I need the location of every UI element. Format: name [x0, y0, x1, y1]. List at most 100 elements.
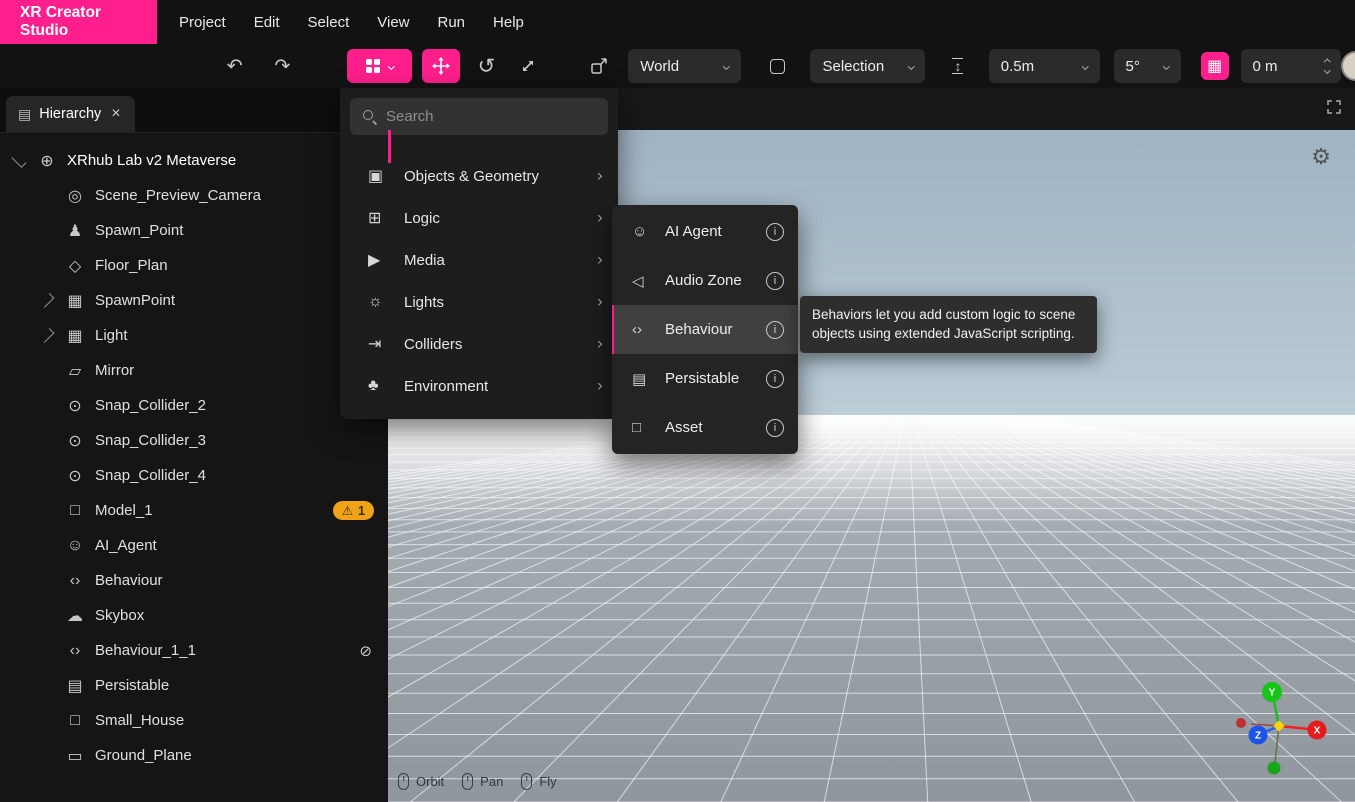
add-menu-item[interactable]: ♣ Environment — [340, 365, 618, 407]
add-menu-item[interactable]: ▶ Media — [340, 239, 618, 281]
category-icon: ▶ — [368, 250, 392, 270]
tree-node[interactable]: ⊙ Snap_Collider_3 — [0, 423, 388, 458]
expand-chevron-icon[interactable] — [40, 328, 55, 343]
tree-node[interactable]: ▱ Mirror — [0, 353, 388, 388]
surface-snap-button[interactable]: ↕ — [941, 49, 975, 83]
expand-chevron-icon[interactable] — [40, 293, 55, 308]
tab-hierarchy[interactable]: ▤ Hierarchy × — [6, 96, 135, 132]
viewport-settings-button[interactable]: ⚙ — [1311, 146, 1331, 168]
node-label: Snap_Collider_2 — [95, 397, 206, 414]
node-label: Floor_Plan — [95, 257, 168, 274]
menubar-item[interactable]: Run — [424, 0, 480, 44]
tree-node[interactable]: ☺ AI_Agent — [0, 528, 388, 563]
tree-node[interactable]: □ Model_1 ⚠ 1 — [0, 493, 388, 528]
node-type-icon: ☺ — [64, 537, 86, 555]
grid-height-stepper[interactable] — [1315, 60, 1330, 73]
node-label: AI_Agent — [95, 537, 157, 554]
tree-root-node[interactable]: ⊕ XRhub Lab v2 Metaverse — [0, 143, 388, 178]
menubar-item[interactable]: View — [363, 0, 423, 44]
tree-node[interactable]: ‹› Behaviour_1_1 ⊘ — [0, 633, 388, 668]
add-menu-item[interactable]: ▣ Objects & Geometry — [340, 155, 618, 197]
tree-node[interactable]: ◇ Floor_Plan — [0, 248, 388, 283]
node-type-icon: ⊙ — [64, 431, 86, 451]
menubar-item[interactable]: Edit — [240, 0, 294, 44]
chevron-down-icon — [388, 63, 394, 69]
pivot-bounds-button[interactable] — [761, 49, 795, 83]
rotate-tool-button[interactable]: ↺ — [470, 49, 504, 83]
add-object-button[interactable] — [347, 49, 412, 83]
node-type-icon: ⊙ — [64, 466, 86, 486]
chevron-right-icon — [595, 257, 601, 263]
tree-node[interactable]: ◎ Scene_Preview_Camera — [0, 178, 388, 213]
tree-node[interactable]: ⊙ Snap_Collider_2 — [0, 388, 388, 423]
menubar-item[interactable]: Select — [294, 0, 364, 44]
app-logo[interactable]: XR Creator Studio — [0, 0, 157, 44]
category-icon: ☼ — [368, 293, 392, 311]
node-label: SpawnPoint — [95, 292, 175, 309]
tree-node[interactable]: ▤ Persistable — [0, 668, 388, 703]
node-type-icon: ▦ — [64, 326, 86, 346]
tree-node[interactable]: ‹› Behaviour — [0, 563, 388, 598]
info-icon[interactable]: i — [766, 321, 784, 339]
tree-node[interactable]: ⊙ Snap_Collider_4 — [0, 458, 388, 493]
transform-space-select[interactable]: World — [628, 49, 741, 83]
orientation-gizmo[interactable]: Y X Z — [1221, 682, 1337, 782]
logic-submenu-item[interactable]: ☺ AI Agent i — [612, 207, 798, 256]
move-snap-select[interactable]: 0.5m — [989, 49, 1100, 83]
transform-space-button[interactable] — [583, 49, 617, 83]
info-icon[interactable]: i — [766, 370, 784, 388]
warning-icon: ⚠ — [342, 503, 353, 518]
chevron-right-icon — [595, 383, 601, 389]
collapse-chevron-icon[interactable] — [12, 153, 27, 168]
grid-snap-button[interactable]: ▦ — [1201, 52, 1229, 80]
tree-node[interactable]: ▭ Ground_Plane — [0, 738, 388, 773]
tree-node[interactable]: ▦ SpawnPoint — [0, 283, 388, 318]
logic-submenu-item[interactable]: ▤ Persistable i — [612, 354, 798, 403]
svg-text:Z: Z — [1255, 731, 1261, 742]
category-icon: ⇥ — [368, 334, 392, 354]
info-icon[interactable]: i — [766, 223, 784, 241]
logic-submenu-item[interactable]: □ Asset i — [612, 403, 798, 452]
grid-snap-icon: ▦ — [1207, 56, 1222, 76]
add-menu-item[interactable]: ⊞ Logic — [340, 197, 618, 239]
item-label: Audio Zone — [665, 272, 742, 289]
warning-badge[interactable]: ⚠ 1 — [333, 501, 374, 520]
close-tab-button[interactable]: × — [109, 105, 122, 123]
redo-button[interactable]: ↷ — [266, 49, 300, 83]
logic-submenu-item[interactable]: ‹› Behaviour i — [612, 305, 798, 354]
move-tool-button[interactable] — [422, 49, 459, 83]
info-icon[interactable]: i — [766, 272, 784, 290]
info-icon[interactable]: i — [766, 419, 784, 437]
search-input[interactable] — [386, 108, 596, 125]
rotate-snap-select[interactable]: 5° — [1114, 49, 1181, 83]
logic-submenu-item[interactable]: ◁ Audio Zone i — [612, 256, 798, 305]
menubar-item[interactable]: Project — [165, 0, 240, 44]
add-menu-item[interactable]: ⇥ Colliders — [340, 323, 618, 365]
tree-node[interactable]: ♟ Spawn_Point — [0, 213, 388, 248]
move-snap-value: 0.5m — [1001, 58, 1034, 75]
fullscreen-button[interactable] — [1327, 100, 1341, 119]
step-down-icon[interactable] — [1324, 67, 1330, 73]
node-label: Snap_Collider_3 — [95, 432, 206, 449]
grid-height-control[interactable]: 0 m — [1241, 49, 1342, 83]
rotate-icon: ↺ — [478, 54, 496, 79]
step-up-icon[interactable] — [1324, 59, 1330, 65]
tooltip-text: Behaviors let you add custom logic to sc… — [812, 307, 1075, 341]
undo-button[interactable]: ↶ — [218, 49, 252, 83]
node-type-icon: □ — [64, 712, 86, 730]
hierarchy-icon: ▤ — [18, 106, 31, 123]
surface-snap-icon: ↕ — [952, 58, 963, 74]
user-avatar[interactable] — [1341, 51, 1355, 81]
mouse-hint: Pan — [462, 773, 503, 790]
add-menu-item[interactable]: ☼ Lights — [340, 281, 618, 323]
tree-node[interactable]: ▦ Light — [0, 318, 388, 353]
tree-node[interactable]: □ Small_House — [0, 703, 388, 738]
node-label: XRhub Lab v2 Metaverse — [67, 152, 236, 169]
selection-mode-select[interactable]: Selection — [810, 49, 925, 83]
node-type-icon: ▦ — [64, 291, 86, 311]
scale-tool-button[interactable] — [511, 49, 545, 83]
tree-node[interactable]: ☁ Skybox — [0, 598, 388, 633]
node-type-icon: ♟ — [64, 221, 86, 241]
menubar-item[interactable]: Help — [479, 0, 538, 44]
node-label: Small_House — [95, 712, 184, 729]
